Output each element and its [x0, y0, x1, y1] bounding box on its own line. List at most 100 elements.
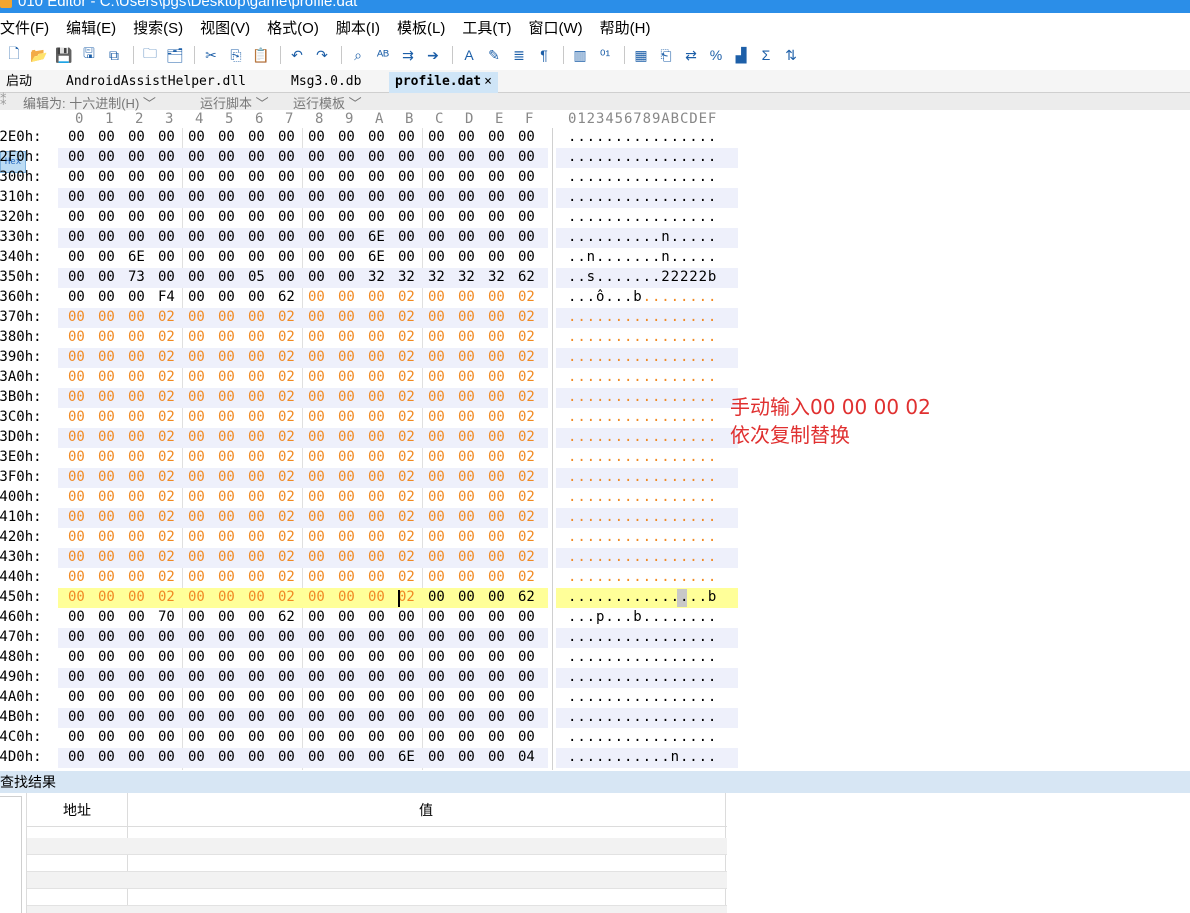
hex-byte[interactable]: 00: [488, 689, 505, 705]
hex-byte[interactable]: 00: [488, 189, 505, 205]
hex-row[interactable]: 0350h: 00 00 73 00 00 00 05 00 00 00 32 32 32 32 32 62..…: [0, 268, 740, 288]
hex-byte[interactable]: 00: [188, 169, 205, 185]
hex-byte[interactable]: 00: [158, 749, 175, 765]
hex-byte[interactable]: 00: [218, 189, 235, 205]
hex-byte[interactable]: 00: [98, 509, 115, 525]
percent-icon[interactable]: %: [705, 44, 727, 66]
hex-byte[interactable]: 00: [98, 549, 115, 565]
hex-byte[interactable]: 00: [278, 209, 295, 225]
hex-byte[interactable]: 00: [488, 629, 505, 645]
hex-byte[interactable]: 00: [458, 349, 475, 365]
hex-byte[interactable]: 00: [458, 469, 475, 485]
menu-item-4[interactable]: 格式(O): [267, 17, 319, 38]
hex-byte[interactable]: 00: [458, 389, 475, 405]
hex-byte[interactable]: 00: [218, 129, 235, 145]
hex-byte[interactable]: 00: [158, 629, 175, 645]
hex-byte[interactable]: 00: [338, 149, 355, 165]
hex-byte[interactable]: 02: [278, 509, 295, 525]
hex-byte[interactable]: 6E: [368, 249, 385, 265]
hex-byte[interactable]: 00: [308, 469, 325, 485]
hex-byte[interactable]: 00: [188, 209, 205, 225]
ascii-text[interactable]: ................: [568, 509, 717, 525]
hex-byte[interactable]: 02: [158, 469, 175, 485]
hex-byte[interactable]: 00: [128, 429, 145, 445]
hex-byte[interactable]: 00: [128, 509, 145, 525]
hex-byte[interactable]: 00: [368, 569, 385, 585]
hex-byte[interactable]: 00: [488, 389, 505, 405]
ascii-text[interactable]: ................: [568, 729, 717, 745]
hex-byte[interactable]: 00: [368, 649, 385, 665]
hex-byte[interactable]: 00: [188, 689, 205, 705]
hex-byte[interactable]: 00: [428, 749, 445, 765]
find-icon[interactable]: ⌕: [347, 44, 369, 66]
hex-byte[interactable]: 00: [158, 169, 175, 185]
hex-byte[interactable]: 00: [188, 669, 205, 685]
hex-byte[interactable]: 00: [98, 149, 115, 165]
hex-byte[interactable]: 00: [338, 589, 355, 605]
menu-item-2[interactable]: 搜索(S): [133, 17, 183, 38]
hex-byte[interactable]: 00: [338, 649, 355, 665]
hex-byte[interactable]: 00: [188, 349, 205, 365]
hex-byte[interactable]: 00: [458, 549, 475, 565]
hex-byte[interactable]: 00: [248, 609, 265, 625]
hex-byte[interactable]: 00: [68, 389, 85, 405]
hex-byte[interactable]: 00: [518, 709, 535, 725]
hex-byte[interactable]: 00: [128, 489, 145, 505]
hex-byte[interactable]: 00: [278, 249, 295, 265]
hex-row[interactable]: 04A0h: 00 00 00 00 00 00 00 00 00 00 00 00 00 00 00 00..…: [0, 688, 740, 708]
hex-byte[interactable]: 00: [218, 249, 235, 265]
hex-byte[interactable]: 00: [368, 169, 385, 185]
hex-byte[interactable]: 00: [338, 689, 355, 705]
hex-byte[interactable]: 00: [68, 469, 85, 485]
save-as-icon[interactable]: 🖫: [78, 44, 100, 66]
hex-byte[interactable]: 00: [188, 429, 205, 445]
goto-icon[interactable]: ➔: [422, 44, 444, 66]
hex-byte[interactable]: 00: [458, 569, 475, 585]
hex-byte[interactable]: 00: [458, 129, 475, 145]
hex-byte[interactable]: 00: [158, 229, 175, 245]
hex-byte[interactable]: 02: [398, 349, 415, 365]
hex-row[interactable]: 0300h: 00 00 00 00 00 00 00 00 00 00 00 00 00 00 00 00..…: [0, 168, 740, 188]
hex-byte[interactable]: 00: [458, 329, 475, 345]
hex-byte[interactable]: 00: [278, 669, 295, 685]
hex-byte[interactable]: 02: [518, 449, 535, 465]
hex-byte[interactable]: 00: [98, 729, 115, 745]
hex-byte[interactable]: 00: [338, 429, 355, 445]
hex-byte[interactable]: 00: [428, 169, 445, 185]
hex-byte[interactable]: 00: [68, 169, 85, 185]
hex-byte[interactable]: 00: [128, 189, 145, 205]
ascii-text[interactable]: ................: [568, 369, 717, 385]
hex-byte[interactable]: 00: [398, 669, 415, 685]
hex-byte[interactable]: 62: [278, 289, 295, 305]
hex-byte[interactable]: 00: [338, 749, 355, 765]
hex-byte[interactable]: 02: [518, 469, 535, 485]
hex-byte[interactable]: 6E: [398, 749, 415, 765]
hex-byte[interactable]: 00: [398, 169, 415, 185]
hex-byte[interactable]: 32: [368, 269, 385, 285]
hex-byte[interactable]: 00: [428, 649, 445, 665]
hex-byte[interactable]: 00: [308, 689, 325, 705]
ascii-text[interactable]: ...ô...b........: [568, 289, 717, 305]
hex-byte[interactable]: 00: [308, 489, 325, 505]
ascii-text[interactable]: ...p...b........: [568, 609, 717, 625]
hex-byte[interactable]: 05: [248, 269, 265, 285]
hex-byte[interactable]: 00: [368, 609, 385, 625]
hex-byte[interactable]: 00: [248, 629, 265, 645]
hex-byte[interactable]: 00: [428, 189, 445, 205]
hex-byte[interactable]: 00: [128, 169, 145, 185]
compare-icon[interactable]: ⎗: [655, 44, 677, 66]
hex-byte[interactable]: 00: [188, 189, 205, 205]
hex-byte[interactable]: 00: [248, 389, 265, 405]
hex-byte[interactable]: 00: [98, 689, 115, 705]
hex-byte[interactable]: 00: [368, 549, 385, 565]
hex-byte[interactable]: 00: [218, 749, 235, 765]
ascii-text[interactable]: ................: [568, 169, 717, 185]
hex-byte[interactable]: 02: [278, 569, 295, 585]
hex-byte[interactable]: 00: [368, 529, 385, 545]
hex-byte[interactable]: 00: [68, 189, 85, 205]
hex-byte[interactable]: 02: [518, 289, 535, 305]
hex-byte[interactable]: 00: [188, 709, 205, 725]
hex-byte[interactable]: 02: [278, 549, 295, 565]
hex-byte[interactable]: 62: [518, 589, 535, 605]
hex-byte[interactable]: 00: [278, 129, 295, 145]
